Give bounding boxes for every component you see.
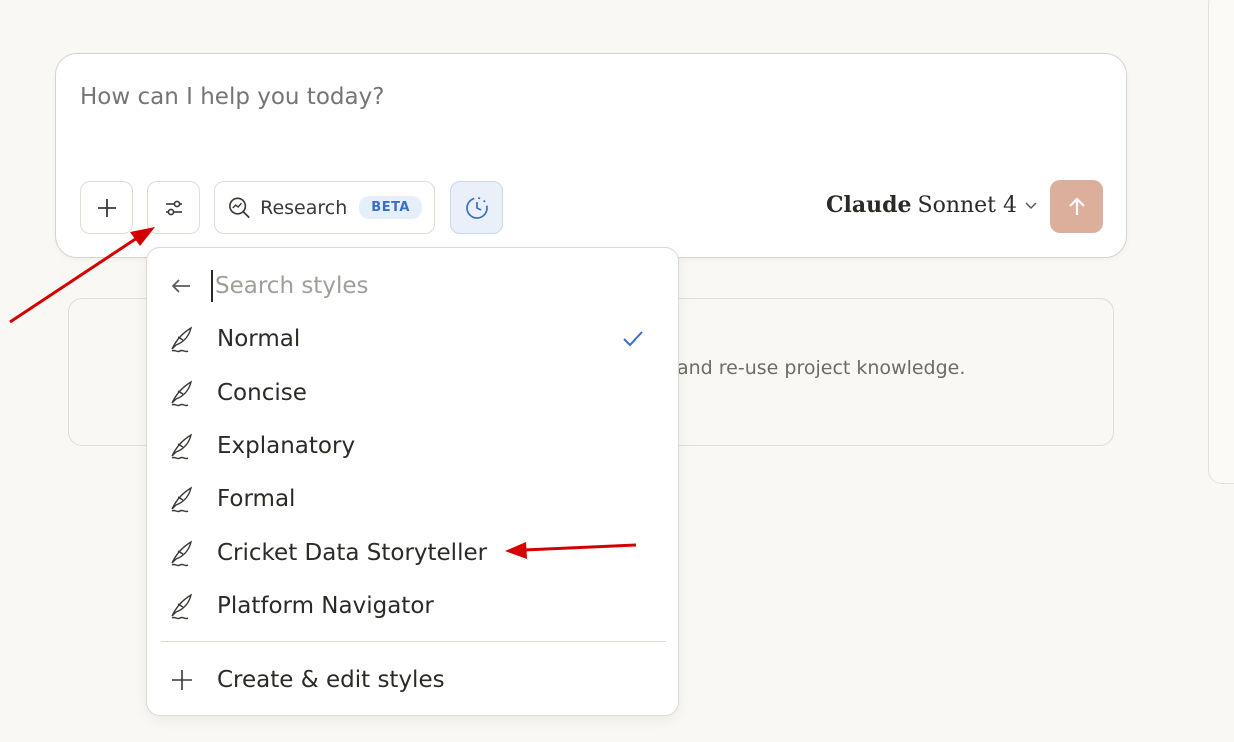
style-label: Normal — [217, 326, 301, 352]
create-styles-label: Create & edit styles — [217, 667, 445, 693]
style-item-cricket-data-storyteller[interactable]: Cricket Data Storyteller — [161, 530, 666, 576]
page: Research BETA Claude Sonnet 4 and re-use… — [0, 0, 1234, 742]
prompt-input[interactable] — [80, 84, 980, 110]
style-item-platform-navigator[interactable]: Platform Navigator — [161, 583, 666, 629]
feather-icon — [167, 431, 197, 461]
feather-icon — [167, 324, 197, 354]
style-item-concise[interactable]: Concise — [161, 370, 666, 416]
back-button[interactable] — [167, 272, 195, 300]
plus-icon — [97, 198, 116, 217]
arrow-up-icon — [1068, 196, 1085, 215]
right-side-panel — [1208, 0, 1234, 484]
style-label: Cricket Data Storyteller — [217, 540, 488, 566]
styles-dropdown: Normal Concise Explanatory Formal — [146, 247, 679, 716]
clock-icon — [465, 196, 488, 219]
style-item-formal[interactable]: Formal — [161, 476, 666, 522]
feather-icon — [167, 484, 197, 514]
style-label: Concise — [217, 380, 307, 406]
feather-icon — [167, 591, 197, 621]
create-edit-styles-item[interactable]: Create & edit styles — [161, 657, 666, 703]
arrow-left-icon — [171, 279, 190, 293]
feather-icon — [167, 378, 197, 408]
research-label: Research — [260, 196, 348, 219]
styles-search-row — [167, 268, 657, 304]
model-brand: Claude — [826, 192, 912, 218]
add-button[interactable] — [80, 181, 133, 234]
check-icon — [623, 331, 643, 347]
model-selector[interactable]: Claude Sonnet 4 — [826, 192, 1039, 218]
plus-icon — [167, 665, 197, 695]
search-and-tools-button[interactable] — [147, 181, 200, 234]
research-magnifier-icon — [229, 197, 250, 218]
sliders-icon — [165, 200, 182, 215]
research-button[interactable]: Research BETA — [214, 181, 435, 234]
style-item-explanatory[interactable]: Explanatory — [161, 423, 666, 469]
style-item-normal[interactable]: Normal — [161, 316, 666, 362]
feather-icon — [167, 538, 197, 568]
style-label: Platform Navigator — [217, 593, 434, 619]
extended-thinking-button[interactable] — [450, 181, 503, 234]
style-label: Explanatory — [217, 433, 356, 459]
project-card-text: and re-use project knowledge. — [677, 357, 966, 379]
chat-composer: Research BETA Claude Sonnet 4 — [55, 53, 1127, 258]
model-name: Sonnet 4 — [917, 192, 1018, 218]
beta-badge: BETA — [359, 196, 422, 219]
chevron-down-icon — [1025, 202, 1037, 210]
menu-divider — [161, 641, 666, 642]
send-button[interactable] — [1050, 180, 1103, 233]
style-label: Formal — [217, 486, 296, 512]
styles-search-input[interactable] — [211, 270, 631, 302]
